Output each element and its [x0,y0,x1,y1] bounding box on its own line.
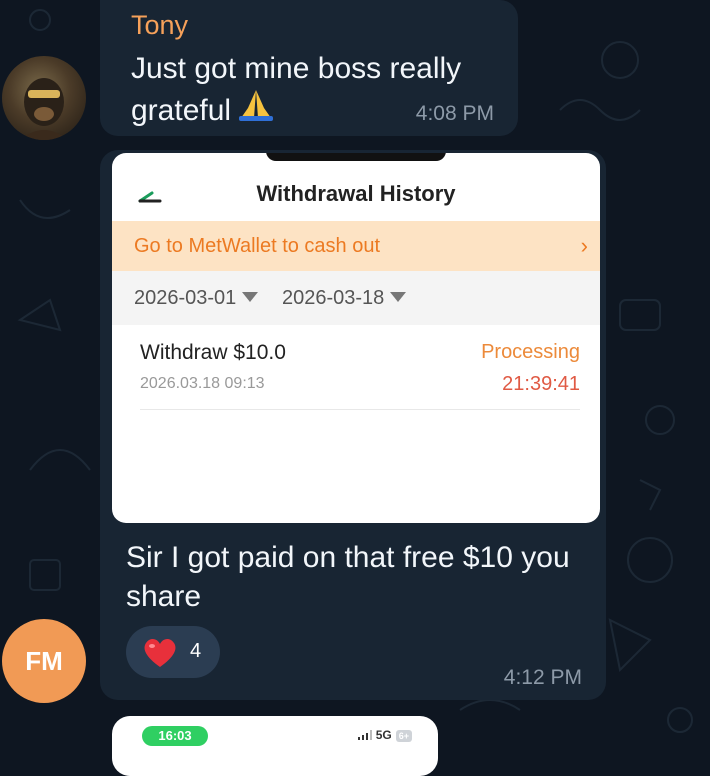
caret-down-icon [390,292,407,302]
withdrawal-countdown: 21:39:41 [502,373,580,395]
screenshot-title: Withdrawal History [256,181,456,206]
withdrawal-row: Withdraw $10.0 2026.03.18 09:13 Processi… [140,325,580,410]
message-timestamp: 4:12 PM [503,666,582,689]
banner-label: Go to MetWallet to cash out [134,235,381,257]
date-filter-row: 2026-03-01 2026-03-18 [112,271,600,325]
withdrawal-date: 2026.03.18 09:13 [140,375,265,392]
message-timestamp: 4:08 PM [415,102,494,125]
signal-icon [357,730,372,740]
reaction-chip[interactable]: 4 [126,626,220,678]
sender-name[interactable]: Tony [131,10,188,41]
date-to: 2026-03-18 [282,287,407,310]
chevron-right-icon: › [580,233,588,258]
next-message-screenshot-preview[interactable]: 16:03 5G 6+ [112,716,438,776]
folded-hands-emoji-icon [237,88,275,132]
phone-notch [266,153,446,161]
status-bar-clock: 16:03 [142,726,208,746]
red-heart-icon [144,638,176,667]
avatar-tony[interactable] [2,56,86,140]
ape-avatar-image [20,78,68,140]
cashout-banner: Go to MetWallet to cash out › [112,221,600,271]
reaction-count: 4 [190,640,202,662]
date-from: 2026-03-01 [134,287,259,310]
screenshot-header: Withdrawal History [112,163,600,223]
withdrawal-title: Withdraw $10.0 [140,341,286,364]
message-text: Sir I got paid on that free $10 you shar… [126,541,570,613]
status-bar-icons: 5G 6+ [357,728,412,742]
attached-screenshot[interactable]: Withdrawal History Go to MetWallet to ca… [112,153,600,523]
caret-down-icon [242,292,259,302]
avatar-fm[interactable]: FM [2,619,86,703]
message-bubble-photo[interactable]: Withdrawal History Go to MetWallet to ca… [100,150,606,700]
battery-icon: 6+ [395,730,412,742]
network-label: 5G [375,728,392,742]
message-bubble-tony[interactable]: Tony Just got mine boss really grateful … [100,0,518,136]
withdrawal-status: Processing [481,341,580,363]
